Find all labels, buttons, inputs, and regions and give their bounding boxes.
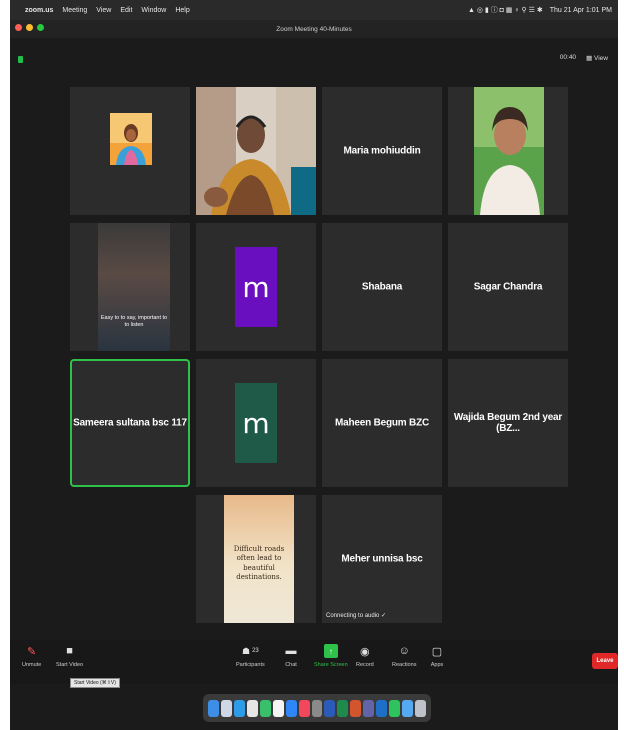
calendar-icon[interactable] [272,699,284,717]
excel-icon[interactable] [337,699,349,717]
view-button[interactable]: ▦ View [586,54,608,62]
participant-tile-sameera-active[interactable]: Sameera sultana bsc 117 [70,359,190,487]
menu-edit[interactable]: Edit [120,7,132,14]
participant-tile-avatar-teal[interactable]: m [196,359,316,487]
leave-meeting-button[interactable]: Leave [592,653,618,669]
participant-video [196,87,316,215]
window-title: Zoom Meeting 40-Minutes [276,25,352,33]
menu-window[interactable]: Window [141,7,166,14]
participant-tile-video-1[interactable] [196,87,316,215]
muted-microphone-icon: ✎ [27,645,37,658]
participant-tile-sagar[interactable]: Sagar Chandra [448,223,568,351]
participant-tile-wajida[interactable]: Wajida Begum 2nd year (BZ... [448,359,568,487]
participant-name: Maheen Begum BZC [334,417,430,429]
participant-photo [474,87,544,215]
participant-tile-maria[interactable]: Maria mohiuddin [322,87,442,215]
macos-dock [203,694,431,722]
participant-tile-maheen[interactable]: Maheen Begum BZC [322,359,442,487]
participant-tile-shabana[interactable]: Shabana [322,223,442,351]
video-camera-icon: ■ [66,645,73,657]
minimize-window-button[interactable] [26,24,33,31]
participant-name: Wajida Begum 2nd year (BZ... [453,412,563,434]
menu-help[interactable]: Help [175,7,189,14]
apps-icon: ▢ [431,645,443,658]
status-icons[interactable]: ▲ ◎ ▮ ⓘ ◘ ▦ ♀ ⚲ ☰ ✱ [468,5,543,15]
launchpad-icon[interactable] [220,699,232,717]
participant-tile-avatar-purple[interactable]: m [196,223,316,351]
start-video-tooltip: Start Video (⌘⇧V) [70,678,120,688]
record-icon: ◉ [360,645,370,658]
participant-tile-meher[interactable]: Meher unnisa bsc Connecting to audio ✓ [322,495,442,623]
participant-name: Sagar Chandra [473,281,543,293]
audio-connecting-status: Connecting to audio ✓ [326,613,387,619]
participant-name: Meher unnisa bsc [341,553,423,565]
settings-icon[interactable] [311,699,323,717]
music-icon[interactable] [298,699,310,717]
teams-icon[interactable] [363,699,375,717]
close-window-button[interactable] [15,24,22,31]
participants-button[interactable]: ☗ 23 Participants [236,644,265,669]
chat-bubble-icon: ▬ [285,645,297,657]
screen: zoom.us Meeting View Edit Window Help ▲ … [10,0,618,730]
participants-icon: ☗ 23 [241,645,259,656]
menu-bar: zoom.us Meeting View Edit Window Help ▲ … [10,0,618,20]
zoom-window-button[interactable] [37,24,44,31]
participant-name: Shabana [361,281,403,293]
traffic-lights [15,24,44,31]
image-caption: Difficult roads often lead to beautiful … [233,545,285,582]
avatar: m [235,247,277,327]
whatsapp-icon[interactable] [389,699,401,717]
video-grid: Maria mohiuddin Easy to to say, importan… [70,87,568,627]
window-titlebar: Zoom Meeting 40-Minutes [10,20,618,38]
participant-tile-quote-big[interactable]: Difficult roads often lead to beautiful … [196,495,316,623]
participant-tile-photo-1[interactable] [70,87,190,215]
chrome-icon[interactable] [246,699,258,717]
apps-button[interactable]: ▢ Apps [430,644,444,669]
messages-icon[interactable] [259,699,271,717]
encryption-shield-icon[interactable] [18,56,23,63]
participant-image [98,223,170,351]
menu-view[interactable]: View [96,7,111,14]
safari-icon[interactable] [233,699,245,717]
outlook-icon[interactable] [376,699,388,717]
participant-photo [110,113,152,165]
share-screen-button[interactable]: ↑ Share Screen [314,644,348,668]
participant-name: Sameera sultana bsc 117 [73,417,187,429]
menu-app-name[interactable]: zoom.us [25,7,53,14]
finder-icon[interactable] [208,699,219,717]
word-icon[interactable] [324,699,336,717]
share-screen-icon: ↑ [323,644,338,658]
participant-tile-photo-2[interactable] [448,87,568,215]
meeting-timer: 00:40 [559,54,577,61]
image-caption: Easy to to say, important to to listen [100,315,168,329]
meeting-top-controls: 00:40 ▦ View [560,54,608,62]
participant-tile-quote-small[interactable]: Easy to to say, important to to listen [70,223,190,351]
chat-button[interactable]: ▬ Chat [284,644,298,668]
start-video-button[interactable]: ■ Start Video [56,644,83,668]
menu-meeting[interactable]: Meeting [62,7,87,14]
files-icon[interactable] [402,699,413,717]
reactions-emoji-icon: ☺ [398,645,410,657]
avatar: m [235,383,277,463]
unmute-button[interactable]: ✎ Unmute [22,644,41,669]
record-button[interactable]: ◉ Record [356,644,374,669]
menu-clock[interactable]: Thu 21 Apr 1:01 PM [550,7,612,14]
powerpoint-icon[interactable] [350,699,362,717]
reactions-button[interactable]: ☺ Reactions [392,644,416,668]
zoom-icon[interactable] [285,699,297,717]
trash-icon[interactable] [415,699,426,717]
participant-name: Maria mohiuddin [343,145,421,157]
